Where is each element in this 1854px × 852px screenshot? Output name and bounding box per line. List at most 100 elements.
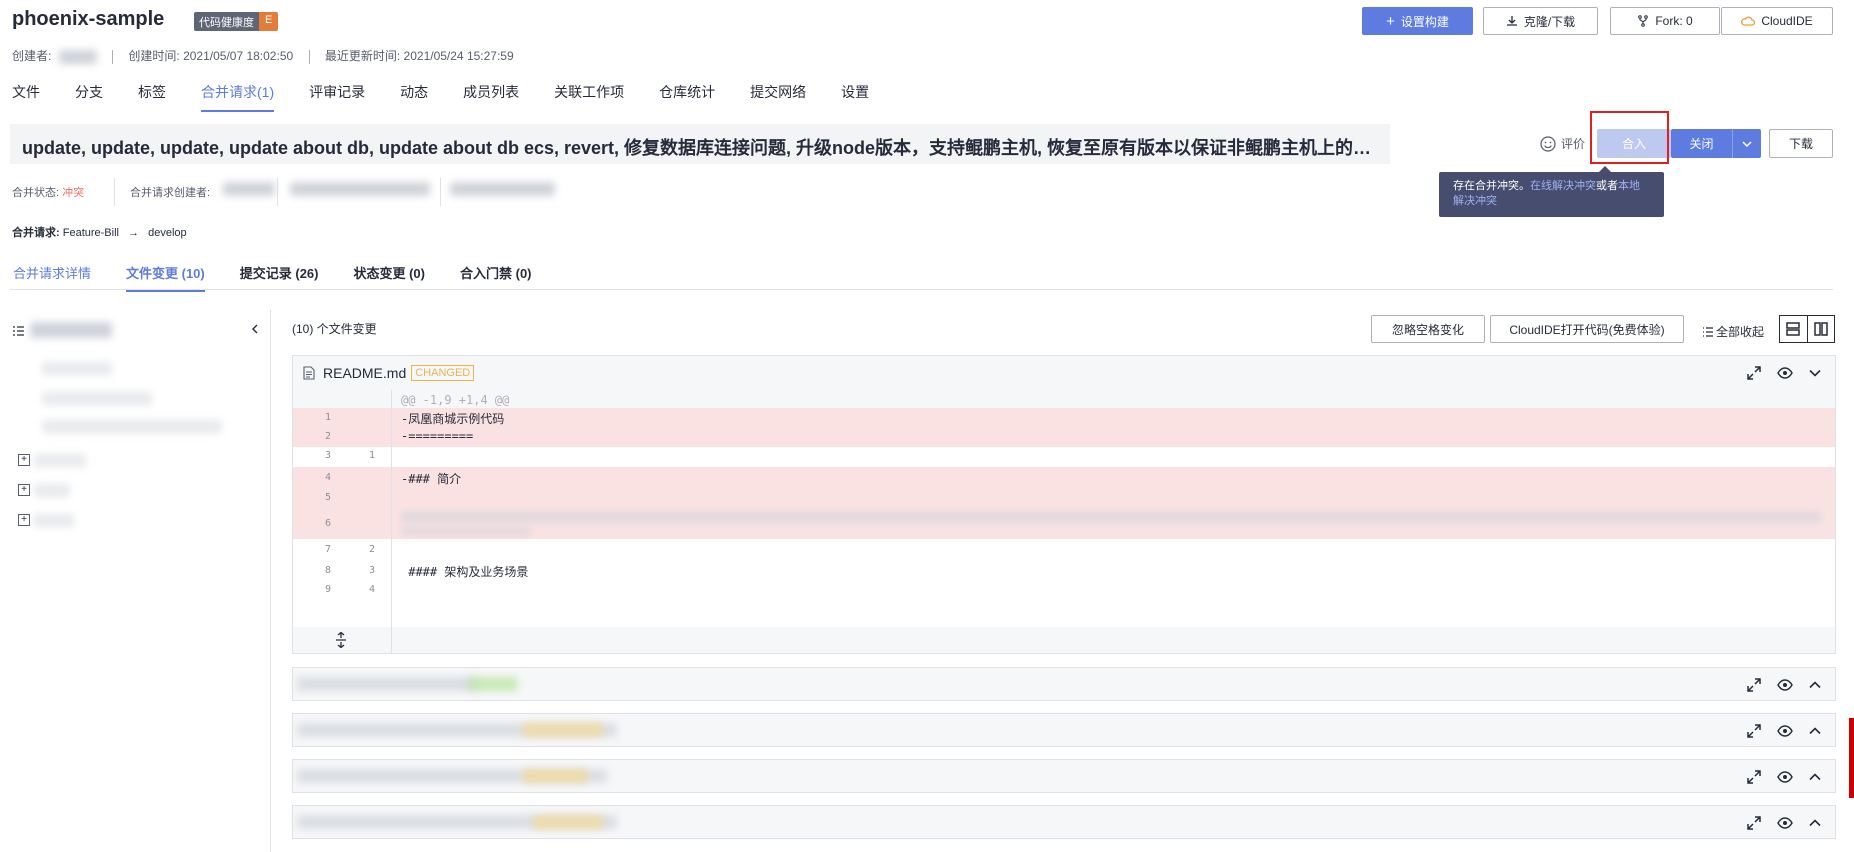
file-actions <box>1747 816 1821 830</box>
nav-branches[interactable]: 分支 <box>75 82 103 112</box>
health-grade: E <box>259 12 279 31</box>
eye-icon[interactable] <box>1777 771 1793 783</box>
mr-subtabs: 合并请求详情 文件变更 (10) 提交记录 (26) 状态变更 (0) 合入门禁… <box>13 263 567 292</box>
expand-more-row[interactable] <box>293 627 1835 653</box>
nav-settings[interactable]: 设置 <box>841 82 869 112</box>
open-cloudide-button[interactable]: CloudIDE打开代码(免费体验) <box>1490 315 1684 343</box>
rate-button[interactable]: 评价 <box>1540 135 1585 152</box>
merge-conflict-tooltip: 存在合并冲突。在线解决冲突或者本地解决冲突 <box>1439 166 1664 217</box>
blurred-line <box>401 511 1821 523</box>
tab-commits[interactable]: 提交记录 (26) <box>240 263 319 292</box>
eye-icon[interactable] <box>1777 367 1793 379</box>
close-label[interactable]: 关闭 <box>1671 129 1733 158</box>
file-header[interactable]: README.md CHANGED <box>293 356 1835 390</box>
tree-item-blurred[interactable] <box>42 392 152 405</box>
old-line-number: 6 <box>324 518 331 529</box>
eye-icon[interactable] <box>1777 817 1793 829</box>
fork-button[interactable]: Fork: 0 <box>1610 7 1720 35</box>
created-label: 创建时间: <box>128 49 180 63</box>
tab-merge-gate[interactable]: 合入门禁 (0) <box>460 263 532 292</box>
new-line-number: 2 <box>368 544 375 555</box>
nav-activity[interactable]: 动态 <box>400 82 428 112</box>
expand-icon[interactable]: + <box>18 454 30 466</box>
close-mr-button[interactable]: 关闭 <box>1671 129 1761 158</box>
cloudide-label: CloudIDE <box>1761 14 1813 28</box>
list-icon[interactable] <box>13 326 24 336</box>
file-actions <box>1747 678 1821 692</box>
health-badge[interactable]: 代码健康度 E <box>194 12 279 31</box>
download-button[interactable]: 下载 <box>1769 129 1833 158</box>
expand-vertical-icon[interactable] <box>335 632 347 648</box>
creator-label: 合并请求创建者: <box>130 187 211 199</box>
changed-tag: CHANGED <box>411 365 475 381</box>
file-tree-panel: + + + <box>0 310 271 852</box>
divider <box>10 289 1833 290</box>
creator-blurred <box>223 182 275 196</box>
cloudide-button[interactable]: CloudIDE <box>1721 7 1833 35</box>
tree-folder-blurred[interactable] <box>34 514 74 527</box>
collapse-list-icon <box>1703 326 1713 337</box>
eye-icon[interactable] <box>1777 725 1793 737</box>
divider <box>277 178 278 206</box>
collapsed-file[interactable] <box>292 713 1836 747</box>
tab-status-changes[interactable]: 状态变更 (0) <box>353 263 425 292</box>
expand-icon[interactable]: + <box>18 514 30 526</box>
nav-commit-network[interactable]: 提交网络 <box>750 82 806 112</box>
file-tag-blurred <box>533 815 603 829</box>
chevron-down-icon[interactable] <box>1733 129 1761 158</box>
chevron-left-icon[interactable] <box>251 324 258 334</box>
files-changed-count: (10) 个文件变更 <box>292 322 377 336</box>
collapsed-file[interactable] <box>292 759 1836 793</box>
chevron-up-icon[interactable] <box>1809 819 1821 827</box>
expand-icon[interactable] <box>1747 816 1761 830</box>
unified-view-icon[interactable] <box>1780 316 1808 342</box>
tree-folder-blurred[interactable] <box>34 484 70 497</box>
new-line-number: 1 <box>368 450 375 461</box>
expand-icon[interactable]: + <box>18 484 30 496</box>
diff-body: @@ -1,9 +1,4 @@ 1 -凤凰商城示例代码 2 -=========… <box>293 390 1835 654</box>
collapse-all-button[interactable]: 全部收起 <box>1703 323 1764 340</box>
split-view-icon[interactable] <box>1808 316 1835 342</box>
repo-nav: 文件 分支 标签 合并请求(1) 评审记录 动态 成员列表 关联工作项 仓库统计… <box>12 82 904 112</box>
tab-file-changes[interactable]: 文件变更 (10) <box>126 263 205 292</box>
mr-title: update, update, update, update about db,… <box>10 124 1390 164</box>
file-tag-blurred <box>468 677 518 691</box>
divider <box>112 49 114 64</box>
approver-blurred <box>450 182 555 196</box>
nav-reviews[interactable]: 评审记录 <box>309 82 365 112</box>
hunk-text: @@ -1,9 +1,4 @@ <box>401 393 510 407</box>
chevron-down-icon[interactable] <box>1809 369 1821 377</box>
merge-status: 合并状态: 冲突 <box>12 184 84 200</box>
chevron-up-icon[interactable] <box>1809 727 1821 735</box>
eye-icon[interactable] <box>1777 679 1793 691</box>
source-branch: Feature-Bill <box>62 227 119 239</box>
collapsed-file[interactable] <box>292 667 1836 701</box>
diff-view-toggle[interactable] <box>1779 315 1835 343</box>
old-line-number: 7 <box>324 544 331 555</box>
setup-build-button[interactable]: + 设置构建 <box>1362 7 1473 35</box>
expand-icon[interactable] <box>1747 366 1761 380</box>
expand-icon[interactable] <box>1747 770 1761 784</box>
nav-work-items[interactable]: 关联工作项 <box>554 82 624 112</box>
nav-stats[interactable]: 仓库统计 <box>659 82 715 112</box>
tree-item-blurred[interactable] <box>42 362 112 375</box>
tab-details[interactable]: 合并请求详情 <box>13 263 91 292</box>
clone-download-button[interactable]: 克隆/下载 <box>1483 7 1598 35</box>
nav-tags[interactable]: 标签 <box>138 82 166 112</box>
divider <box>440 178 441 206</box>
nav-merge-requests[interactable]: 合并请求(1) <box>201 82 275 112</box>
expand-icon[interactable] <box>1747 724 1761 738</box>
tree-folder-blurred[interactable] <box>34 454 86 467</box>
resolve-online-link[interactable]: 在线解决冲突 <box>1530 180 1596 192</box>
chevron-up-icon[interactable] <box>1809 681 1821 689</box>
chevron-up-icon[interactable] <box>1809 773 1821 781</box>
ignore-whitespace-button[interactable]: 忽略空格变化 <box>1371 315 1485 343</box>
file-icon <box>303 366 315 380</box>
nav-files[interactable]: 文件 <box>12 82 40 112</box>
nav-members[interactable]: 成员列表 <box>463 82 519 112</box>
collapsed-file[interactable] <box>292 805 1836 839</box>
smile-icon <box>1540 135 1556 152</box>
tree-item-blurred[interactable] <box>42 420 222 433</box>
file-actions <box>1747 724 1821 738</box>
expand-icon[interactable] <box>1747 678 1761 692</box>
